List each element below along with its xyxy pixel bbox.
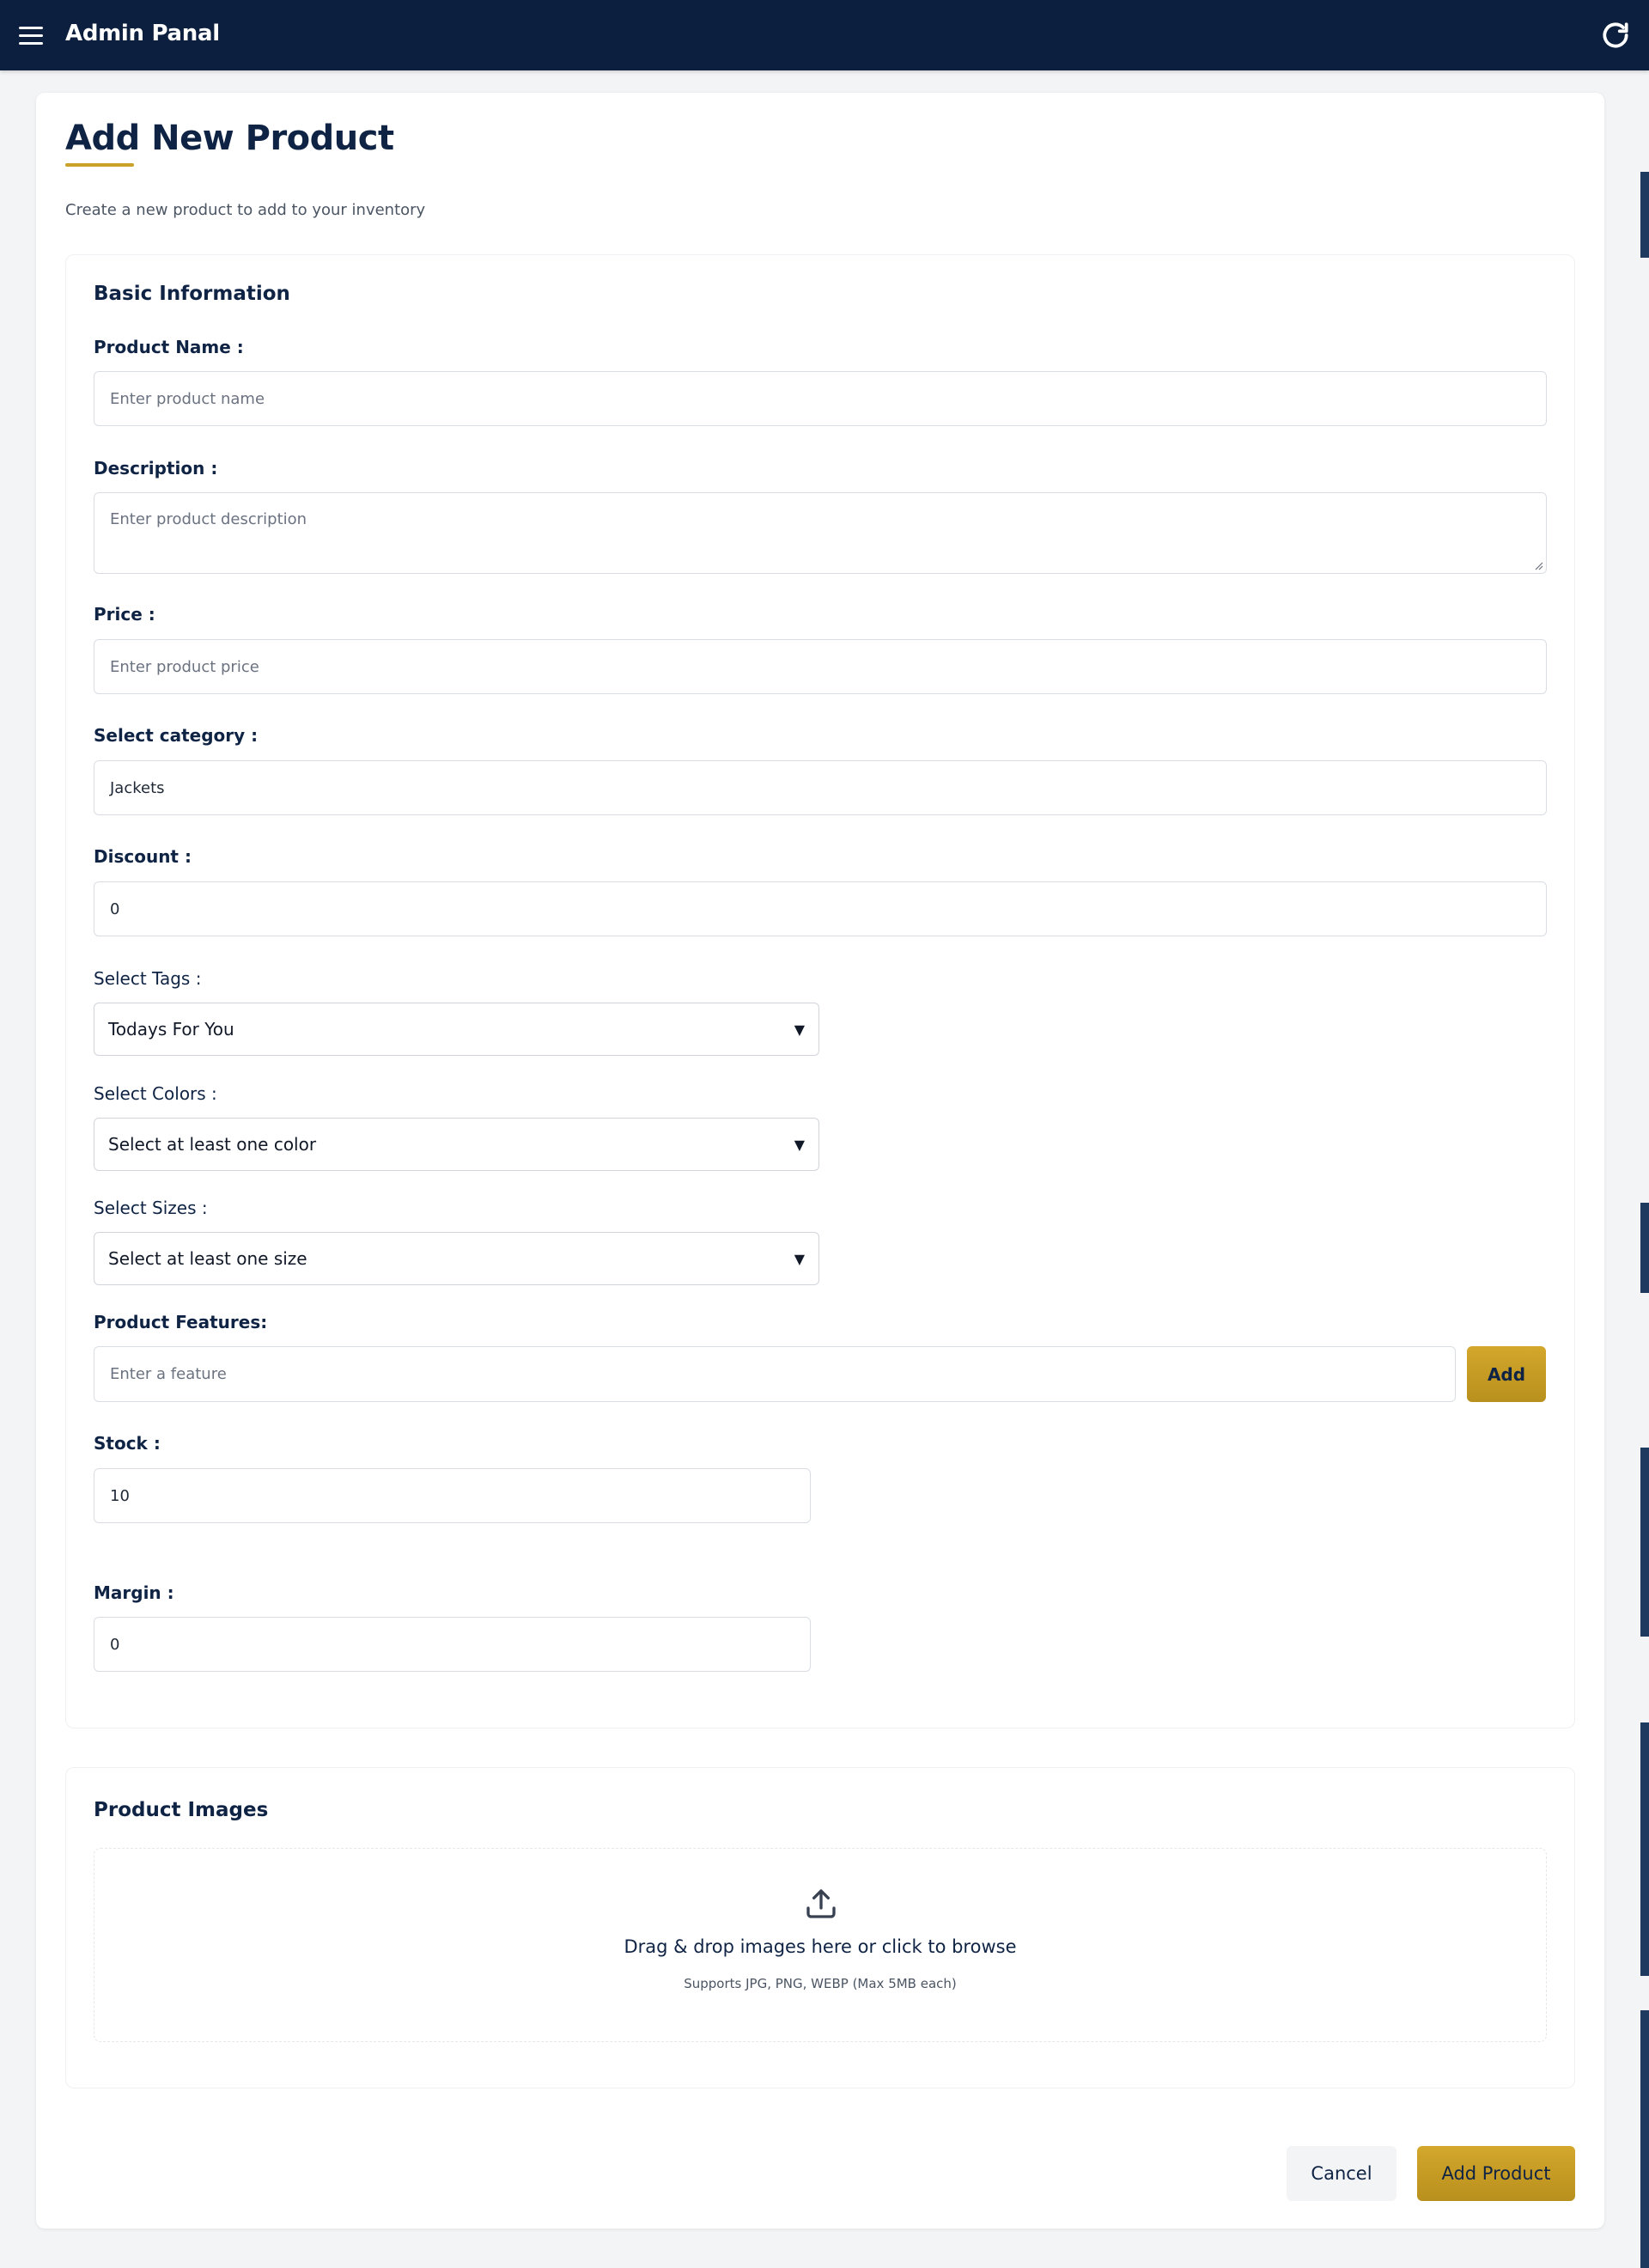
discount-input[interactable]: 0 xyxy=(94,881,1547,936)
chevron-down-icon: ▼ xyxy=(794,1250,805,1267)
edge-strip xyxy=(1640,2010,1649,2268)
tags-select[interactable]: Todays For You ▼ xyxy=(94,1003,819,1056)
hamburger-menu-icon[interactable] xyxy=(19,22,45,48)
sizes-select[interactable]: Select at least one size ▼ xyxy=(94,1232,819,1285)
category-input[interactable]: Jackets xyxy=(94,760,1547,815)
colors-label: Select Colors : xyxy=(94,1083,217,1104)
stock-input[interactable]: 10 xyxy=(94,1468,811,1523)
upload-icon xyxy=(806,1889,836,1918)
cancel-button[interactable]: Cancel xyxy=(1287,2146,1396,2201)
sizes-selected-value: Select at least one size xyxy=(108,1248,307,1269)
refresh-icon[interactable] xyxy=(1599,19,1632,52)
title-underline xyxy=(65,163,134,167)
margin-label: Margin : xyxy=(94,1582,174,1603)
page-subtitle: Create a new product to add to your inve… xyxy=(65,201,426,219)
image-dropzone[interactable]: Drag & drop images here or click to brow… xyxy=(94,1848,1547,2042)
dropzone-text: Drag & drop images here or click to brow… xyxy=(624,1936,1017,1957)
product-name-input[interactable]: Enter product name xyxy=(94,371,1547,426)
description-textarea[interactable]: Enter product description xyxy=(94,492,1547,574)
price-label: Price : xyxy=(94,604,155,625)
page-title: Add New Product xyxy=(65,119,394,158)
features-label: Product Features: xyxy=(94,1312,268,1332)
description-label: Description : xyxy=(94,458,218,479)
add-feature-button[interactable]: Add xyxy=(1467,1346,1546,1402)
dropzone-hint: Supports JPG, PNG, WEBP (Max 5MB each) xyxy=(684,1976,957,1991)
colors-select[interactable]: Select at least one color ▼ xyxy=(94,1118,819,1171)
category-label: Select category : xyxy=(94,725,259,746)
discount-label: Discount : xyxy=(94,846,192,867)
top-app-bar: Admin Panal xyxy=(0,0,1649,70)
tags-label: Select Tags : xyxy=(94,968,202,989)
tags-selected-value: Todays For You xyxy=(108,1019,234,1040)
app-title: Admin Panal xyxy=(65,21,220,46)
section-title: Basic Information xyxy=(94,283,290,305)
section-title: Product Images xyxy=(94,1799,269,1821)
sizes-label: Select Sizes : xyxy=(94,1198,208,1218)
colors-selected-value: Select at least one color xyxy=(108,1134,317,1155)
edge-strip xyxy=(1640,172,1649,258)
margin-input[interactable]: 0 xyxy=(94,1617,811,1672)
product-name-label: Product Name : xyxy=(94,337,244,357)
edge-strip xyxy=(1640,1722,1649,1976)
add-product-button[interactable]: Add Product xyxy=(1417,2146,1575,2201)
description-placeholder: Enter product description xyxy=(110,510,307,528)
chevron-down-icon: ▼ xyxy=(794,1136,805,1153)
stock-label: Stock : xyxy=(94,1433,161,1454)
price-input[interactable]: Enter product price xyxy=(94,639,1547,694)
edge-strip xyxy=(1640,1448,1649,1637)
feature-input[interactable]: Enter a feature xyxy=(94,1346,1456,1402)
resize-handle-icon[interactable] xyxy=(1533,560,1543,570)
edge-strip xyxy=(1640,1203,1649,1293)
chevron-down-icon: ▼ xyxy=(794,1021,805,1038)
